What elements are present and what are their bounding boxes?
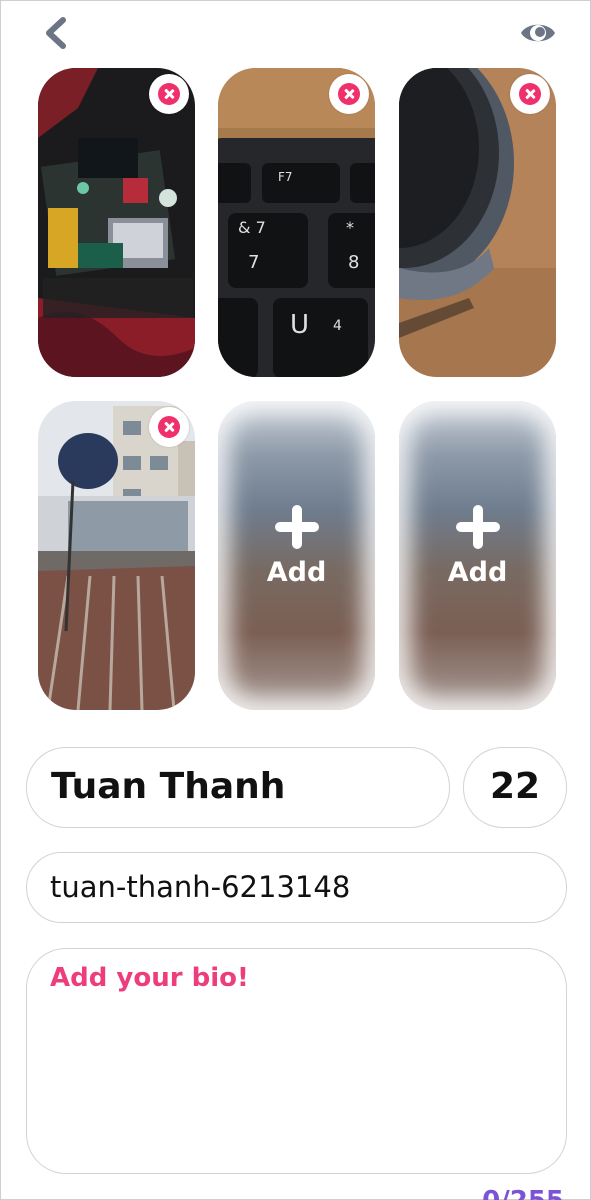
remove-photo-button[interactable] bbox=[329, 74, 369, 114]
age-field[interactable]: 22 bbox=[463, 747, 567, 828]
username-value: tuan-thanh-6213148 bbox=[50, 870, 351, 904]
photo-circuit-board bbox=[38, 68, 195, 377]
name-field[interactable]: Tuan Thanh bbox=[26, 747, 450, 828]
svg-text:4: 4 bbox=[333, 318, 342, 334]
plus-icon bbox=[455, 505, 500, 549]
svg-text:& 7: & 7 bbox=[238, 218, 266, 237]
svg-text:*: * bbox=[346, 218, 354, 237]
photo-tile[interactable] bbox=[38, 68, 195, 377]
remove-photo-button[interactable] bbox=[149, 407, 189, 447]
photo-tile[interactable] bbox=[38, 401, 195, 710]
preview-button[interactable] bbox=[519, 19, 557, 47]
photo-rooftop bbox=[38, 401, 195, 710]
remove-photo-button[interactable] bbox=[149, 74, 189, 114]
profile-edit-screen: F7 & 7 7 * 8 U 4 Add Add Tuan Thanh 22 t… bbox=[0, 0, 591, 1200]
photo-tile[interactable]: F7 & 7 7 * 8 U 4 bbox=[218, 68, 375, 377]
bio-field[interactable]: Add your bio! bbox=[26, 948, 567, 1174]
remove-photo-button[interactable] bbox=[510, 74, 550, 114]
bio-character-counter: 0/255 bbox=[482, 1186, 564, 1200]
add-photo-label: Add bbox=[447, 557, 508, 588]
plus-icon bbox=[274, 505, 319, 549]
username-field[interactable]: tuan-thanh-6213148 bbox=[26, 852, 567, 923]
name-value: Tuan Thanh bbox=[51, 766, 286, 807]
bio-placeholder: Add your bio! bbox=[50, 963, 249, 993]
close-icon bbox=[158, 83, 180, 105]
chevron-left-icon bbox=[46, 17, 66, 49]
eye-icon bbox=[521, 24, 555, 42]
age-value: 22 bbox=[489, 766, 541, 807]
close-icon bbox=[158, 416, 180, 438]
svg-text:8: 8 bbox=[348, 252, 359, 273]
svg-text:7: 7 bbox=[248, 252, 259, 273]
svg-text:U: U bbox=[290, 310, 309, 340]
svg-text:F7: F7 bbox=[278, 170, 293, 184]
close-icon bbox=[338, 83, 360, 105]
add-photo-label: Add bbox=[266, 557, 327, 588]
photo-keyboard: F7 & 7 7 * 8 U 4 bbox=[218, 68, 375, 377]
add-photo-slot[interactable]: Add bbox=[218, 401, 375, 710]
photo-tile[interactable] bbox=[399, 68, 556, 377]
back-button[interactable] bbox=[41, 15, 71, 51]
add-photo-slot[interactable]: Add bbox=[399, 401, 556, 710]
photo-speaker bbox=[399, 68, 556, 377]
close-icon bbox=[519, 83, 541, 105]
